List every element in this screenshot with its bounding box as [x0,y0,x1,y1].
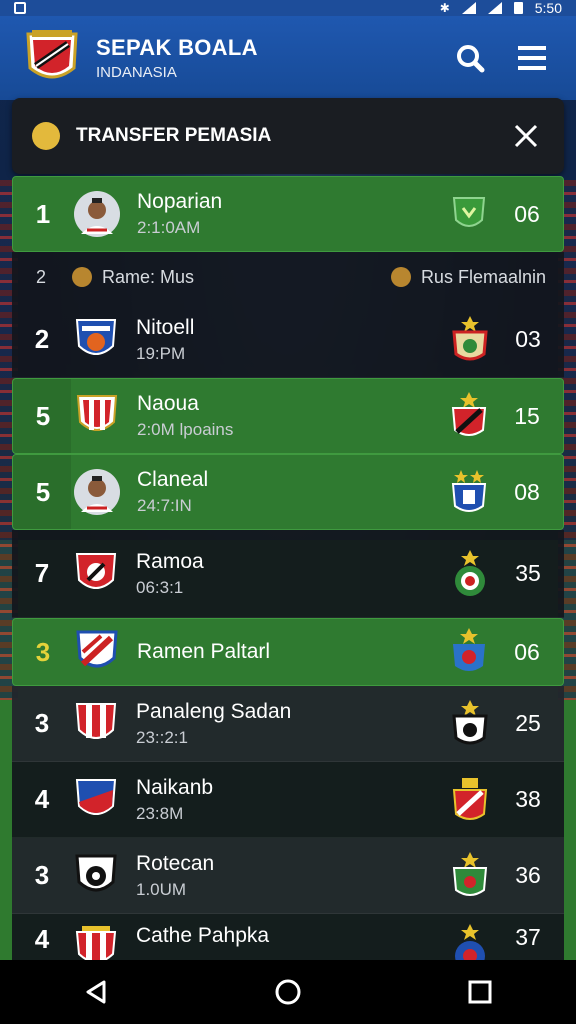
transfer-panel-header: TRANSFER PEMASIA [12,98,564,174]
list-item[interactable]: 5 Claneal 24:7:IN 08 [12,454,564,530]
lion-icon [72,267,92,287]
recents-button[interactable] [460,972,500,1012]
player-time: 24:7:IN [137,496,192,515]
score: 37 [515,924,541,950]
player-time: 23::2:1 [136,727,188,747]
list-item[interactable]: 5 Naoua 2:0M lpoains 15 [12,378,564,454]
back-icon [86,980,106,1004]
score: 25 [515,710,541,736]
club-logo-icon [73,628,121,676]
club-crest-icon [448,776,492,824]
player-name: Claneal [137,468,209,491]
score: 36 [515,862,541,888]
rank: 3 [34,708,50,738]
rank: 5 [35,400,51,431]
player-time: 2:0M lpoains [137,420,234,439]
close-icon [514,124,538,148]
rank: 3 [35,636,51,667]
player-name: Ramoa [136,549,204,573]
list-item[interactable]: 3 Ramen Paltarl 06 [12,618,564,686]
bluetooth-icon: ✱ [439,1,450,15]
club-logo-icon [72,316,120,364]
app-logo [24,28,80,88]
rank: 2 [34,324,50,354]
club-crest-icon [448,549,492,598]
club-crest-icon [448,699,492,748]
subheader-number: 2 [36,266,47,287]
app-subtitle: INDANASIA [96,64,177,81]
home-icon [275,979,301,1005]
lion-icon [390,267,411,287]
recents-icon [468,980,492,1004]
club-logo-icon [72,550,120,598]
close-button[interactable] [508,118,544,154]
rank: 3 [34,860,50,890]
rank: 5 [35,476,51,507]
home-button[interactable] [268,972,308,1012]
player-name: Panaleng Sadan [136,699,292,723]
subheader-row: 2 Rame: Mus Rus Flemaalnin [12,252,564,302]
club-crest-icon [448,315,492,364]
score: 06 [514,200,540,227]
player-name: Naikanb [136,775,214,799]
system-nav-bar [0,960,576,1024]
rank: 7 [34,558,50,588]
status-time: 5:50 [534,0,562,16]
app-header: SEPAK BOALA INDANASIA [0,16,576,100]
club-logo-icon [72,700,120,748]
score: 06 [514,638,540,665]
rank: 1 [35,198,51,229]
menu-icon [518,46,546,70]
player-avatar [73,190,121,238]
score: 08 [514,478,540,505]
list-item[interactable]: 3 Rotecan 1.0UM 36 [12,838,564,914]
notification-icon [14,2,26,14]
club-crest-icon [448,851,492,900]
panel-title: TRANSFER PEMASIA [76,125,272,146]
club-logo-icon [73,392,121,440]
list-item[interactable]: 7 Ramoa 06:3:1 35 [12,530,564,618]
club-crest-icon [447,468,491,516]
player-name: Ramen Paltarl [137,640,271,663]
club-crest-icon [447,392,491,440]
app-title: SEPAK BOALA [96,35,258,60]
player-name: Nitoell [136,315,195,339]
list-item[interactable]: 3 Panaleng Sadan 23::2:1 25 [12,686,564,762]
player-avatar [73,468,121,516]
rank: 4 [34,924,50,954]
menu-button[interactable] [512,38,552,78]
search-button[interactable] [450,38,490,78]
list-item[interactable]: 1 Noparian 2:1:0AM 06 [12,176,564,252]
club-logo-icon [72,776,120,824]
player-name: Cathe Pahpka [136,924,270,947]
back-button[interactable] [76,972,116,1012]
player-time: 23:8M [136,803,184,823]
subheader-left-label: Rame: Mus [102,266,195,287]
transfer-list: 1 Noparian 2:1:0AM 06 2 Rame: Mus Rus Fl… [12,176,564,971]
score: 38 [515,786,541,812]
player-time: 2:1:0AM [137,218,201,237]
player-name: Naoua [137,392,199,415]
list-item[interactable]: 4 Naikanb 23:8M 38 [12,762,564,838]
rank: 4 [34,784,50,814]
subheader-right-label: Rus Flemaalnin [420,266,546,287]
status-dot-icon [32,122,60,150]
player-name: Rotecan [136,851,215,875]
signal-icon [461,2,476,14]
player-time: 19:PM [136,343,186,363]
club-crest-icon [447,628,491,676]
score: 03 [515,326,541,352]
wifi-icon [487,2,502,14]
player-time: 06:3:1 [136,577,184,597]
battery-icon [513,2,523,14]
club-crest-icon [447,190,491,238]
status-bar: ✱ 5:50 [0,0,576,16]
player-time: 1.0UM [136,879,187,899]
club-logo-icon [72,852,120,900]
player-name: Noparian [137,190,223,213]
search-icon [457,45,485,73]
score: 35 [515,560,541,586]
list-item[interactable]: 2 Nitoell 19:PM 03 [12,302,564,378]
score: 15 [514,402,540,429]
